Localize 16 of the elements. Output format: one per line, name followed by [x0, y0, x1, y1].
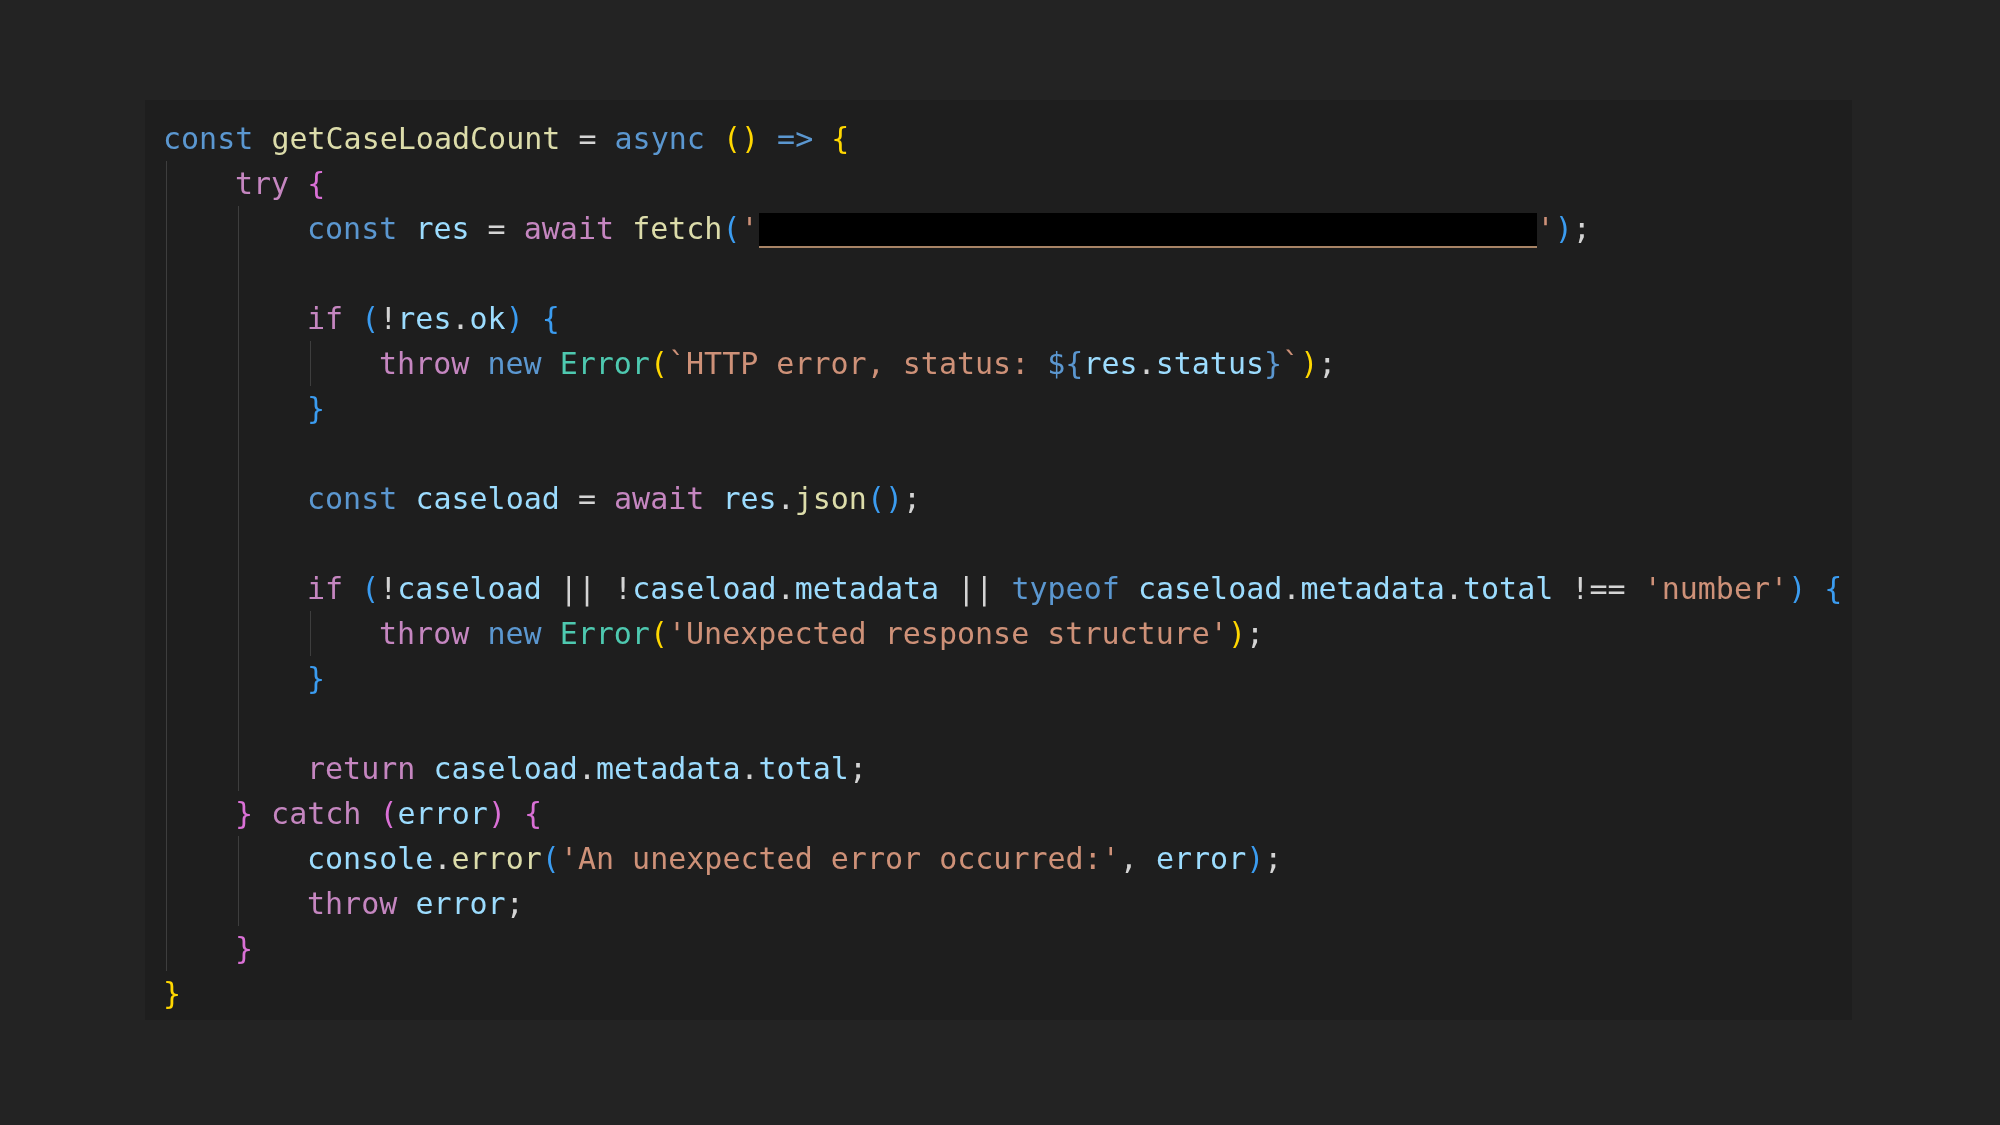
code-line: if (!res.ok) { [307, 300, 561, 338]
code-line: } [235, 930, 255, 968]
code-line: if (!caseload || !caseload.metadata || typeof caseload.metadata.total !== 'number') { [307, 570, 1844, 609]
code-line: throw error; [307, 885, 525, 923]
code-line: return caseload.metadata.total; [307, 750, 868, 788]
code-line: const res = await fetch(' '); [307, 210, 1592, 250]
code-line: try { [235, 165, 327, 203]
code-line: } [307, 660, 327, 698]
code-line: } [307, 390, 327, 428]
code-line: throw new Error(`HTTP error, status: ${res.status}`); [379, 345, 1338, 383]
code-line: } catch (error) { [235, 795, 544, 833]
code-line: const caseload = await res.json(); [307, 480, 923, 518]
code-line: } [163, 975, 183, 1013]
code-line: console.error('An unexpected error occurred:', error); [307, 840, 1284, 878]
code-line: throw new Error('Unexpected response structure'); [379, 615, 1266, 653]
code-line: const getCaseLoadCount = async () => { [163, 120, 851, 158]
